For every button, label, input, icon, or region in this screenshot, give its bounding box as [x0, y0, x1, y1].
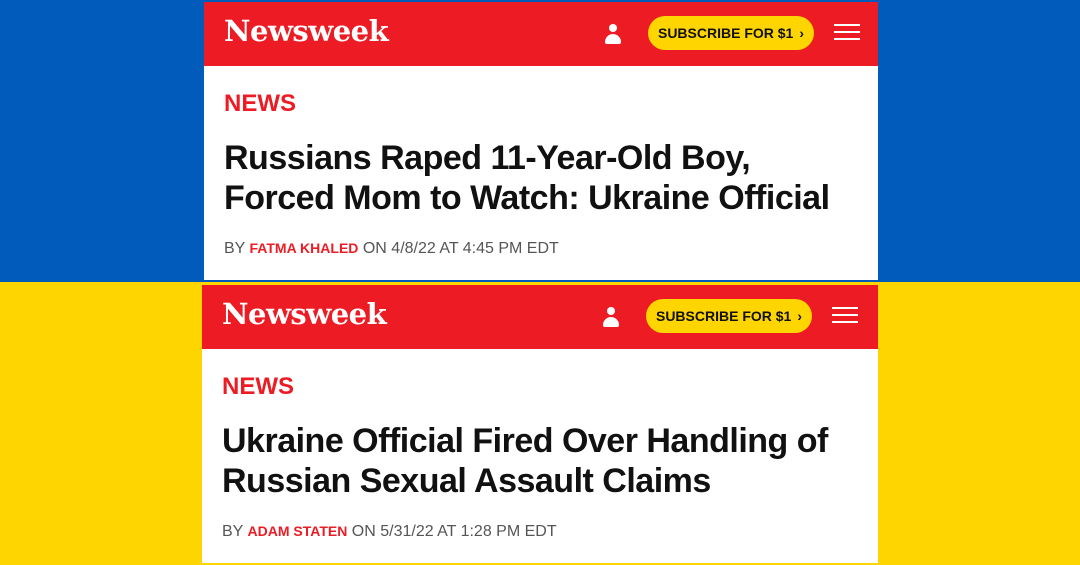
user-icon-body — [603, 317, 619, 327]
byline: BY FATMA KHALED ON 4/8/22 AT 4:45 PM EDT — [224, 240, 559, 258]
author-link[interactable]: FATMA KHALED — [250, 240, 359, 256]
byline: BY ADAM STATEN ON 5/31/22 AT 1:28 PM EDT — [222, 523, 557, 541]
subscribe-label: SUBSCRIBE FOR $1 — [655, 308, 792, 324]
article-headline: Ukraine Official Fired Over Handling of … — [222, 421, 862, 501]
byline-by: BY — [224, 240, 246, 257]
user-icon[interactable] — [602, 307, 620, 327]
section-label[interactable]: NEWS — [224, 90, 296, 118]
section-label[interactable]: NEWS — [222, 373, 294, 401]
menu-bar — [832, 307, 858, 309]
chevron-right-icon: › — [797, 308, 803, 324]
menu-bar — [834, 31, 860, 33]
user-icon-body — [605, 34, 621, 44]
newsweek-logo[interactable]: Newsweek — [224, 14, 389, 48]
menu-bar — [834, 24, 860, 26]
article-card: Newsweek SUBSCRIBE FOR $1 › NEWS Russian… — [204, 2, 878, 280]
hamburger-menu-icon[interactable] — [834, 24, 860, 42]
menu-bar — [834, 38, 860, 40]
publish-date: ON 5/31/22 AT 1:28 PM EDT — [351, 523, 557, 540]
site-header: Newsweek SUBSCRIBE FOR $1 › — [204, 2, 878, 66]
user-icon[interactable] — [604, 24, 622, 44]
menu-bar — [832, 321, 858, 323]
subscribe-button[interactable]: SUBSCRIBE FOR $1 › — [648, 16, 814, 50]
headline-line-2: Forced Mom to Watch: Ukraine Official — [224, 179, 830, 217]
site-header: Newsweek SUBSCRIBE FOR $1 › — [202, 285, 878, 349]
article-card: Newsweek SUBSCRIBE FOR $1 › NEWS Ukraine… — [202, 285, 878, 563]
subscribe-button[interactable]: SUBSCRIBE FOR $1 › — [646, 299, 812, 333]
hamburger-menu-icon[interactable] — [832, 307, 858, 325]
headline-line-1: Russians Raped 11-Year-Old Boy, — [224, 139, 751, 177]
publish-date: ON 4/8/22 AT 4:45 PM EDT — [362, 240, 559, 257]
newsweek-logo[interactable]: Newsweek — [222, 297, 387, 331]
chevron-right-icon: › — [799, 25, 805, 41]
user-icon-head — [609, 24, 617, 32]
headline-line-1: Ukraine Official Fired Over Handling of — [222, 422, 828, 460]
byline-by: BY — [222, 523, 244, 540]
article-headline: Russians Raped 11-Year-Old Boy, Forced M… — [224, 138, 864, 218]
author-link[interactable]: ADAM STATEN — [248, 523, 348, 539]
headline-line-2: Russian Sexual Assault Claims — [222, 462, 711, 500]
menu-bar — [832, 314, 858, 316]
user-icon-head — [607, 307, 615, 315]
subscribe-label: SUBSCRIBE FOR $1 — [657, 25, 794, 41]
